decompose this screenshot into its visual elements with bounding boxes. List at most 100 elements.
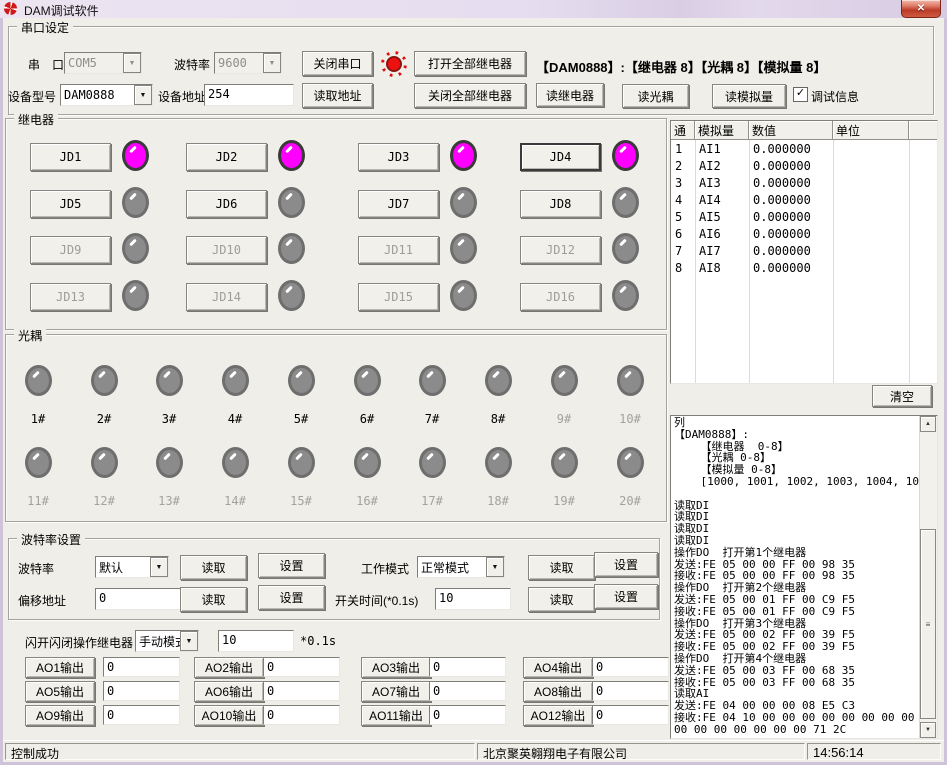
- ao-output-button-3[interactable]: AO3输出: [361, 657, 431, 678]
- workmode-set-button[interactable]: 设置: [594, 552, 658, 577]
- ao-output-input-9[interactable]: 0: [103, 705, 180, 725]
- relay-button-jd3[interactable]: JD3: [358, 143, 439, 171]
- relay-indicator-on: [450, 140, 477, 171]
- ao-output-button-5[interactable]: AO5输出: [25, 681, 95, 702]
- table-row[interactable]: 8AI80.000000: [671, 259, 937, 276]
- relay-button-jd1[interactable]: JD1: [30, 143, 111, 171]
- offset-addr-input[interactable]: 0: [95, 588, 187, 610]
- relay-button-jd13[interactable]: JD13: [30, 283, 111, 311]
- relay-button-jd16[interactable]: JD16: [520, 283, 601, 311]
- ao-output-input-2[interactable]: 0: [263, 657, 340, 677]
- debug-log-panel[interactable]: 列 【DAM0888】: 【继电器 0-8】 【光耦 0-8】 【模拟量 0-8…: [670, 415, 938, 739]
- flash-mode-select[interactable]: 手动模式 ▼: [135, 630, 199, 652]
- opto-label-1: 1#: [18, 412, 58, 426]
- baud-select[interactable]: 9600 ▼: [214, 52, 282, 74]
- chevron-down-icon[interactable]: ▼: [134, 85, 152, 105]
- ao-output-button-4[interactable]: AO4输出: [523, 657, 593, 678]
- table-row[interactable]: 7AI70.000000: [671, 242, 937, 259]
- workmode-select[interactable]: 正常模式 ▼: [417, 556, 505, 578]
- clear-log-button[interactable]: 清空: [872, 385, 932, 407]
- title-bar[interactable]: DAM调试软件 ✕: [0, 0, 947, 19]
- analog-col-header[interactable]: 模拟量: [695, 121, 749, 140]
- read-opto-button[interactable]: 读光耦: [622, 84, 689, 108]
- switch-time-set-button[interactable]: 设置: [594, 584, 658, 609]
- switch-time-read-button[interactable]: 读取: [528, 587, 595, 612]
- port-select[interactable]: COM5 ▼: [64, 52, 142, 74]
- opto-indicator-off: [419, 365, 446, 396]
- relay-button-jd12[interactable]: JD12: [520, 236, 601, 264]
- device-addr-input[interactable]: 254: [204, 84, 294, 106]
- baud-set-button[interactable]: 设置: [258, 553, 325, 578]
- open-all-relays-button[interactable]: 打开全部继电器: [414, 51, 526, 76]
- scroll-down-icon[interactable]: ▼: [920, 722, 936, 738]
- offset-read-button[interactable]: 读取: [180, 587, 247, 612]
- table-row[interactable]: 4AI40.000000: [671, 191, 937, 208]
- chevron-down-icon[interactable]: ▼: [180, 631, 198, 651]
- close-port-button[interactable]: 关闭串口: [302, 51, 373, 76]
- chevron-down-icon[interactable]: ▼: [150, 557, 168, 577]
- relay-button-jd9[interactable]: JD9: [30, 236, 111, 264]
- ao-output-button-8[interactable]: AO8输出: [523, 681, 593, 702]
- ao-output-input-5[interactable]: 0: [103, 681, 180, 701]
- table-row[interactable]: 3AI30.000000: [671, 174, 937, 191]
- read-addr-button[interactable]: 读取地址: [302, 83, 373, 108]
- offset-set-button[interactable]: 设置: [258, 585, 325, 610]
- opto-label-15: 15#: [281, 494, 321, 508]
- analog-col-header[interactable]: [909, 121, 938, 140]
- ao-output-input-11[interactable]: 0: [429, 705, 506, 725]
- ao-output-input-7[interactable]: 0: [429, 681, 506, 701]
- ao-output-button-12[interactable]: AO12输出: [523, 705, 593, 726]
- analog-col-header[interactable]: 数值: [749, 121, 833, 140]
- table-cell: 0.000000: [749, 176, 833, 190]
- workmode-read-button[interactable]: 读取: [528, 555, 595, 580]
- relay-button-jd5[interactable]: JD5: [30, 190, 111, 218]
- ao-output-button-7[interactable]: AO7输出: [361, 681, 431, 702]
- ao-output-input-4[interactable]: 0: [592, 657, 669, 677]
- ao-output-input-8[interactable]: 0: [592, 681, 669, 701]
- ao-output-button-11[interactable]: AO11输出: [361, 705, 431, 726]
- ao-output-input-10[interactable]: 0: [263, 705, 340, 725]
- chevron-down-icon[interactable]: ▼: [123, 53, 141, 73]
- ao-output-button-9[interactable]: AO9输出: [25, 705, 95, 726]
- relay-button-jd8[interactable]: JD8: [520, 190, 601, 218]
- ao-output-input-3[interactable]: 0: [429, 657, 506, 677]
- baudrate-select[interactable]: 默认 ▼: [95, 556, 169, 578]
- debug-info-checkbox[interactable]: ✓: [793, 87, 808, 102]
- ao-output-input-12[interactable]: 0: [592, 705, 669, 725]
- close-button[interactable]: ✕: [901, 0, 941, 18]
- relay-button-jd11[interactable]: JD11: [358, 236, 439, 264]
- relay-button-jd4[interactable]: JD4: [520, 143, 601, 171]
- table-row[interactable]: 2AI20.000000: [671, 157, 937, 174]
- table-row[interactable]: 1AI10.000000: [671, 140, 937, 157]
- table-row[interactable]: 5AI50.000000: [671, 208, 937, 225]
- ao-output-button-10[interactable]: AO10输出: [194, 705, 264, 726]
- table-row[interactable]: 6AI60.000000: [671, 225, 937, 242]
- ao-output-input-1[interactable]: 0: [103, 657, 180, 677]
- chevron-down-icon[interactable]: ▼: [263, 53, 281, 73]
- relay-button-jd7[interactable]: JD7: [358, 190, 439, 218]
- relay-button-jd15[interactable]: JD15: [358, 283, 439, 311]
- baud-read-button[interactable]: 读取: [180, 555, 247, 580]
- close-all-relays-button[interactable]: 关闭全部继电器: [414, 83, 526, 108]
- relay-button-jd2[interactable]: JD2: [186, 143, 267, 171]
- ao-output-button-1[interactable]: AO1输出: [25, 657, 95, 678]
- flash-time-input[interactable]: 10: [218, 630, 294, 652]
- analog-col-header[interactable]: 通: [671, 121, 695, 140]
- analog-col-header[interactable]: 单位: [833, 121, 909, 140]
- read-relay-button[interactable]: 读继电器: [536, 83, 604, 107]
- log-scrollbar[interactable]: ▲ ≡ ▼: [919, 416, 937, 738]
- scrollbar-thumb[interactable]: ≡: [920, 529, 936, 719]
- scroll-up-icon[interactable]: ▲: [920, 416, 936, 432]
- ao-output-button-2[interactable]: AO2输出: [194, 657, 264, 678]
- model-select[interactable]: DAM0888 ▼: [60, 84, 153, 106]
- ao-output-button-6[interactable]: AO6输出: [194, 681, 264, 702]
- relay-button-jd10[interactable]: JD10: [186, 236, 267, 264]
- table-cell: AI8: [695, 261, 749, 275]
- relay-button-jd6[interactable]: JD6: [186, 190, 267, 218]
- relay-button-jd14[interactable]: JD14: [186, 283, 267, 311]
- chevron-down-icon[interactable]: ▼: [486, 557, 504, 577]
- device-info-text: 【DAM0888】:【继电器 8】【光耦 8】【模拟量 8】: [536, 57, 826, 76]
- ao-output-input-6[interactable]: 0: [263, 681, 340, 701]
- switch-time-input[interactable]: 10: [435, 588, 511, 610]
- read-analog-button[interactable]: 读模拟量: [712, 84, 786, 108]
